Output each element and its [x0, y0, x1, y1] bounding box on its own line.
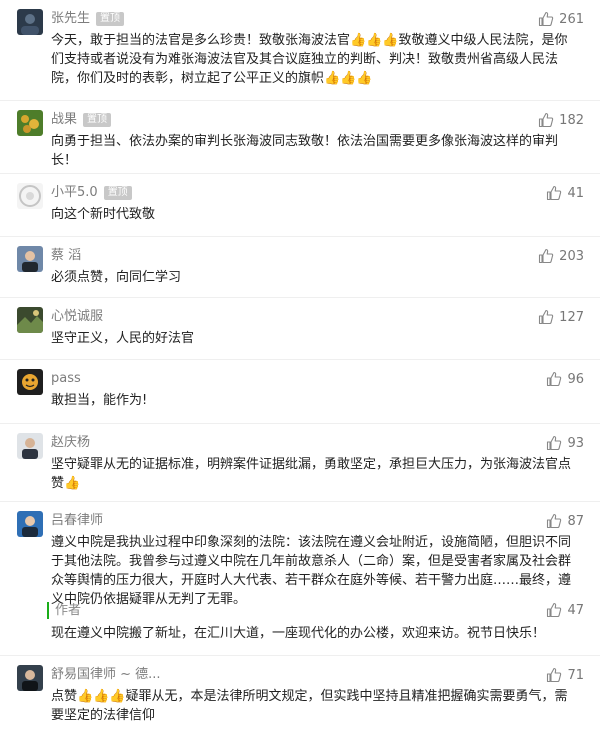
like-button[interactable]: 87: [546, 511, 584, 531]
comment-text: 向这个新时代致敬: [51, 207, 156, 222]
thumbs-up-icon: [547, 185, 562, 201]
reply-like-button[interactable]: 47: [546, 600, 584, 620]
commenter-name-text: 心悦诚服: [51, 309, 104, 324]
commenter-name-text: 蔡 滔: [51, 248, 82, 263]
comment-text: 坚守疑罪从无的证据标准，明辨案件证据纰漏，勇敢坚定，承担巨大压力，为张海波法官点…: [51, 457, 572, 491]
avatar[interactable]: [17, 307, 43, 333]
author-reply: 作者 47 现在遵义中院搬了新址，在汇川大道，一座现代化的办公楼，欢迎来访。祝节…: [47, 600, 584, 660]
thumbs-up-icon: [539, 309, 554, 325]
like-button[interactable]: 96: [546, 369, 584, 389]
comment-item: 吕春律师 87 遵义中院是我执业过程中印象深刻的法院：该法院在遵义会址附近，设施…: [0, 502, 600, 656]
avatar[interactable]: [17, 369, 43, 395]
author-reply-text: 现在遵义中院搬了新址，在汇川大道，一座现代化的办公楼，欢迎来访。祝节日快乐！: [51, 626, 546, 641]
avatar[interactable]: [17, 511, 43, 537]
commenter-name: 张先生 置顶: [51, 10, 125, 28]
commenter-name-text: 战果: [51, 112, 78, 127]
comment-item: 小平5.0 置顶 41 向这个新时代致敬: [0, 174, 600, 237]
avatar[interactable]: [17, 110, 43, 136]
avatar[interactable]: [17, 183, 43, 209]
commenter-name: 心悦诚服: [51, 308, 103, 326]
comment-text: 必须点赞，向同仁学习: [51, 270, 182, 285]
thumbs-up-icon: [547, 667, 562, 683]
pinned-badge: 置顶: [96, 12, 125, 26]
commenter-name-text: 张先生: [51, 11, 91, 26]
commenter-name: 小平5.0 置顶: [51, 184, 132, 202]
comment-list: 张先生 置顶 261 今天，敢于担当的法官是多么珍贵！致敬张海波法官👍👍👍致敬遵义…: [0, 0, 600, 735]
like-count: 261: [559, 11, 584, 27]
commenter-name: 蔡 滔: [51, 247, 81, 265]
like-button[interactable]: 182: [538, 110, 584, 130]
commenter-name-text: 舒易国律师 ~ 德...: [51, 667, 161, 682]
commenter-name: 战果 置顶: [51, 111, 112, 129]
like-count: 96: [567, 371, 584, 387]
comment-text: 今天，敢于担当的法官是多么珍贵！致敬张海波法官👍👍👍致敬遵义中级人民法院，是你们…: [51, 33, 568, 86]
commenter-name-text: pass: [51, 371, 81, 386]
commenter-name-text: 赵庆杨: [51, 435, 91, 450]
thumbs-up-icon: [539, 11, 554, 27]
comment-item: 战果 置顶 182 向勇于担当、依法办案的审判长张海波同志致敬！依法治国需要更多像…: [0, 101, 600, 174]
comment-item: 舒易国律师 ~ 德... 71 点赞👍👍👍疑罪从无，本是法律所明文规定，但实践中…: [0, 656, 600, 735]
comment-text: 敢担当，能作为!: [51, 393, 148, 408]
thumbs-up-icon: [547, 513, 562, 529]
comment-item: 蔡 滔 203 必须点赞，向同仁学习: [0, 237, 600, 298]
thumbs-up-icon: [547, 371, 562, 387]
comment-item: 赵庆杨 93 坚守疑罪从无的证据标准，明辨案件证据纰漏，勇敢坚定，承担巨大压力，…: [0, 424, 600, 502]
like-count: 41: [567, 185, 584, 201]
pinned-badge: 置顶: [103, 186, 132, 200]
like-count: 93: [567, 435, 584, 451]
like-button[interactable]: 41: [546, 183, 584, 203]
like-count: 47: [567, 602, 584, 618]
comment-text: 遵义中院是我执业过程中印象深刻的法院：该法院在遵义会址附近，设施简陋，但胆识不同…: [51, 535, 572, 607]
comment-item: 张先生 置顶 261 今天，敢于担当的法官是多么珍贵！致敬张海波法官👍👍👍致敬遵义…: [0, 0, 600, 101]
avatar[interactable]: [17, 665, 43, 691]
comment-text: 点赞👍👍👍疑罪从无，本是法律所明文规定，但实践中坚持且精准把握确实需要勇气，需要…: [51, 689, 568, 723]
thumbs-up-icon: [539, 248, 554, 264]
avatar[interactable]: [17, 433, 43, 459]
comment-text: 坚守正义，人民的好法官: [51, 331, 195, 346]
thumbs-up-icon: [539, 112, 554, 128]
commenter-name: 赵庆杨: [51, 434, 90, 452]
pinned-badge: 置顶: [83, 113, 112, 127]
thumbs-up-icon: [547, 435, 562, 451]
commenter-name: pass: [51, 370, 81, 388]
like-count: 71: [567, 667, 584, 683]
like-count: 203: [559, 248, 584, 264]
commenter-name-text: 小平5.0: [51, 185, 98, 200]
comment-text: 向勇于担当、依法办案的审判长张海波同志致敬！依法治国需要更多像张海波这样的审判长…: [51, 134, 559, 168]
commenter-name: 吕春律师: [51, 512, 103, 530]
like-button[interactable]: 71: [546, 665, 584, 685]
like-count: 127: [559, 309, 584, 325]
avatar[interactable]: [17, 9, 43, 35]
comment-item: pass 96 敢担当，能作为!: [0, 360, 600, 424]
author-reply-label: 作者: [47, 602, 81, 619]
like-button[interactable]: 261: [538, 9, 584, 29]
thumbs-up-icon: [547, 602, 562, 618]
commenter-name: 舒易国律师 ~ 德...: [51, 666, 161, 684]
like-button[interactable]: 127: [538, 307, 584, 327]
comment-item: 心悦诚服 127 坚守正义，人民的好法官: [0, 298, 600, 360]
like-count: 182: [559, 112, 584, 128]
like-button[interactable]: 93: [546, 433, 584, 453]
avatar[interactable]: [17, 246, 43, 272]
commenter-name-text: 吕春律师: [51, 513, 104, 528]
like-button[interactable]: 203: [538, 246, 584, 266]
like-count: 87: [567, 513, 584, 529]
